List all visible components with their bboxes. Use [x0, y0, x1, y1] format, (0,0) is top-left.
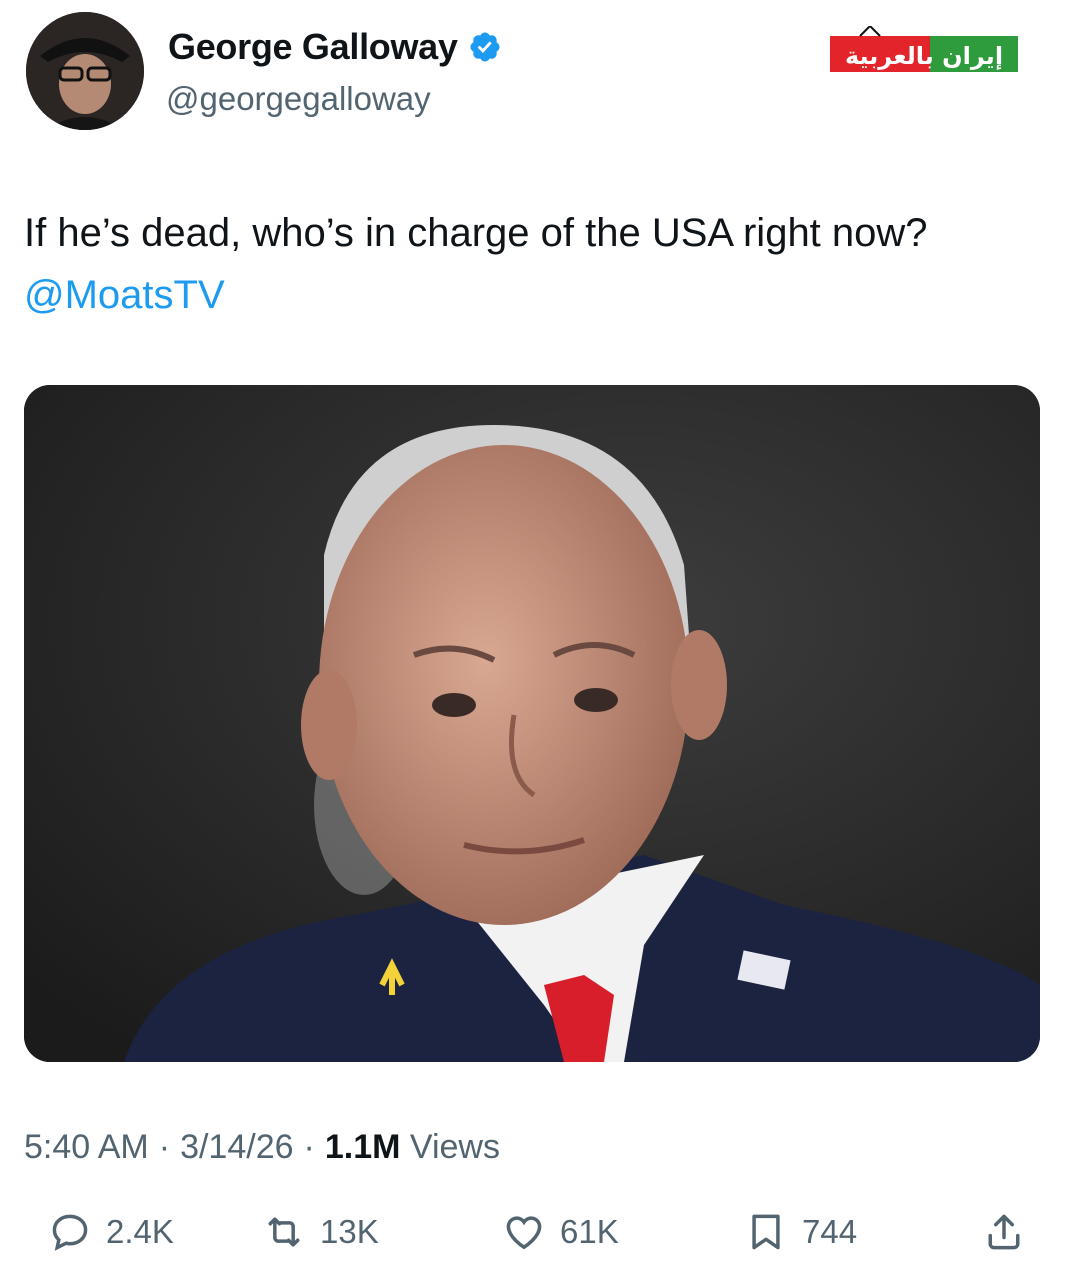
views-label: Views — [409, 1128, 500, 1166]
verified-badge-icon — [470, 32, 500, 62]
meta-separator: · — [303, 1128, 315, 1166]
watermark-logo: إيران بالعربية — [830, 26, 1018, 72]
repost-count: 13K — [320, 1213, 379, 1250]
svg-text:إيران بالعربية: إيران بالعربية — [845, 42, 1003, 70]
tweet-media-image[interactable] — [24, 385, 1040, 1062]
heart-icon — [506, 1216, 542, 1250]
reply-count: 2.4K — [106, 1213, 174, 1250]
avatar[interactable] — [26, 12, 144, 130]
portrait-photo-icon — [24, 385, 1040, 1062]
tweet-meta: 5:40 AM · 3/14/26 · 1.1M Views — [24, 1128, 500, 1167]
tweet-text: If he’s dead, who’s in charge of the USA… — [24, 202, 1024, 326]
repost-icon — [268, 1217, 300, 1247]
author-name[interactable]: George Galloway — [168, 26, 458, 68]
bookmark-button[interactable]: 744 — [744, 1210, 857, 1254]
reply-icon — [52, 1214, 88, 1251]
reply-button[interactable]: 2.4K — [48, 1210, 174, 1254]
views-count: 1.1M — [324, 1128, 401, 1166]
share-button[interactable] — [982, 1210, 1026, 1254]
tweet-body: If he’s dead, who’s in charge of the USA… — [24, 211, 928, 255]
share-icon — [988, 1214, 1020, 1250]
tweet-actions: 2.4K 13K 61K 744 — [0, 1210, 1065, 1270]
bookmark-icon — [752, 1214, 780, 1250]
author-handle[interactable]: @georgegalloway — [166, 80, 431, 118]
like-count: 61K — [560, 1213, 619, 1250]
bookmark-count: 744 — [802, 1213, 858, 1250]
repost-button[interactable]: 13K — [262, 1210, 379, 1254]
mention-link[interactable]: @MoatsTV — [24, 273, 225, 317]
meta-separator: · — [158, 1128, 171, 1166]
avatar-portrait-icon — [26, 12, 144, 130]
tweet-date[interactable]: 3/14/26 — [180, 1128, 293, 1167]
like-button[interactable]: 61K — [502, 1210, 619, 1254]
tweet-time[interactable]: 5:40 AM — [24, 1128, 149, 1167]
